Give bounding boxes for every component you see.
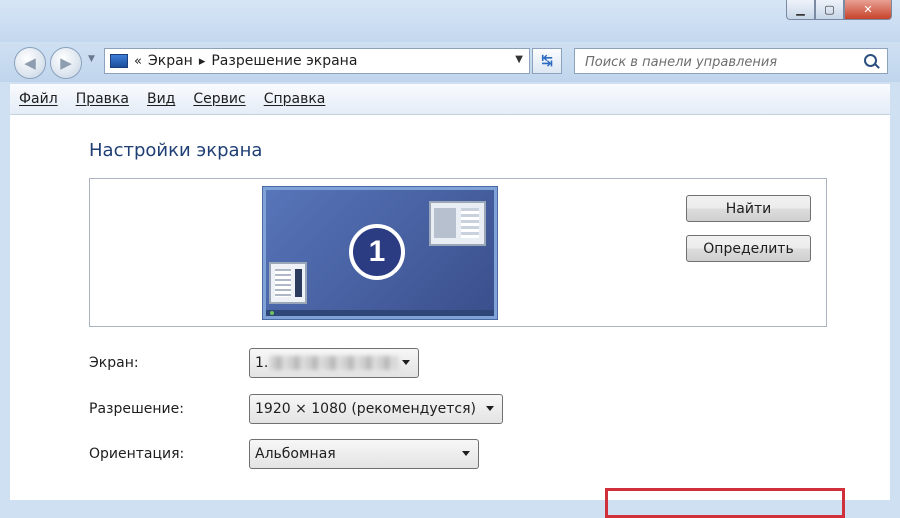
page-title: Настройки экрана bbox=[89, 140, 263, 161]
menu-tools[interactable]: Сервис bbox=[184, 91, 254, 107]
menu-view[interactable]: Вид bbox=[138, 91, 184, 107]
monitor-1-thumbnail[interactable]: 1 bbox=[263, 187, 497, 319]
resolution-select-value: 1920 × 1080 (рекомендуется) bbox=[255, 401, 476, 417]
search-input[interactable] bbox=[583, 50, 857, 74]
forward-button[interactable]: ▶ bbox=[50, 47, 82, 79]
identify-button[interactable]: Определить bbox=[686, 235, 811, 262]
back-arrow-icon: ◀ bbox=[24, 54, 36, 72]
screen-select[interactable]: 1. bbox=[249, 348, 419, 378]
main-content: Настройки экрана 1 Найти Определить Экра… bbox=[10, 115, 890, 518]
navigation-bar: ◀ ▶ ▼ « Экран ▸ Разрешение экрана ▼ ↹ bbox=[0, 42, 900, 82]
maximize-button[interactable]: ▢ bbox=[815, 0, 844, 20]
search-box bbox=[574, 48, 888, 74]
minimize-icon: ▁ bbox=[796, 3, 805, 16]
advanced-settings-highlight[interactable] bbox=[605, 488, 845, 518]
orientation-select[interactable]: Альбомная bbox=[249, 439, 479, 469]
resolution-label: Разрешение: bbox=[89, 401, 184, 417]
blurred-monitor-name bbox=[270, 356, 399, 370]
monitor-number-badge: 1 bbox=[349, 224, 405, 280]
resolution-select[interactable]: 1920 × 1080 (рекомендуется) bbox=[249, 394, 503, 424]
breadcrumb-separator-icon[interactable]: ▸ bbox=[199, 54, 206, 69]
mini-taskbar bbox=[266, 310, 494, 316]
screen-label: Экран: bbox=[89, 355, 139, 371]
menu-file[interactable]: Файл bbox=[10, 91, 67, 107]
refresh-icon: ↹ bbox=[541, 53, 553, 69]
maximize-icon: ▢ bbox=[824, 3, 835, 16]
refresh-button[interactable]: ↹ bbox=[532, 48, 562, 74]
menu-bar: Файл Правка Вид Сервис Справка bbox=[10, 84, 890, 115]
menu-edit[interactable]: Правка bbox=[67, 91, 138, 107]
mini-window-icon bbox=[429, 201, 486, 246]
close-button[interactable]: ✕ bbox=[844, 0, 892, 20]
screen-select-value: 1. bbox=[255, 355, 269, 371]
chevron-down-icon bbox=[486, 406, 494, 411]
close-icon: ✕ bbox=[863, 3, 873, 16]
mini-window-icon bbox=[269, 262, 307, 304]
window-controls: ▁ ▢ ✕ bbox=[786, 0, 892, 20]
chevron-down-icon bbox=[462, 451, 470, 456]
breadcrumb-screen[interactable]: Экран bbox=[148, 53, 193, 69]
chevron-down-icon bbox=[402, 360, 410, 365]
address-dropdown-icon[interactable]: ▼ bbox=[515, 54, 523, 65]
breadcrumb-overflow[interactable]: « bbox=[134, 54, 142, 69]
control-panel-icon bbox=[110, 54, 128, 68]
breadcrumb-resolution[interactable]: Разрешение экрана bbox=[211, 53, 357, 69]
back-button[interactable]: ◀ bbox=[14, 47, 46, 79]
display-preview-panel: 1 Найти Определить bbox=[89, 178, 827, 327]
window-titlebar[interactable]: ▁ ▢ ✕ bbox=[0, 0, 900, 42]
orientation-label: Ориентация: bbox=[89, 446, 185, 462]
minimize-button[interactable]: ▁ bbox=[786, 0, 815, 20]
orientation-select-value: Альбомная bbox=[255, 446, 336, 462]
forward-arrow-icon: ▶ bbox=[60, 54, 72, 72]
address-bar[interactable]: « Экран ▸ Разрешение экрана ▼ bbox=[104, 48, 530, 74]
find-button[interactable]: Найти bbox=[686, 195, 811, 222]
search-icon[interactable] bbox=[864, 54, 877, 67]
menu-help[interactable]: Справка bbox=[255, 91, 335, 107]
recent-pages-dropdown-icon[interactable]: ▼ bbox=[88, 54, 95, 64]
